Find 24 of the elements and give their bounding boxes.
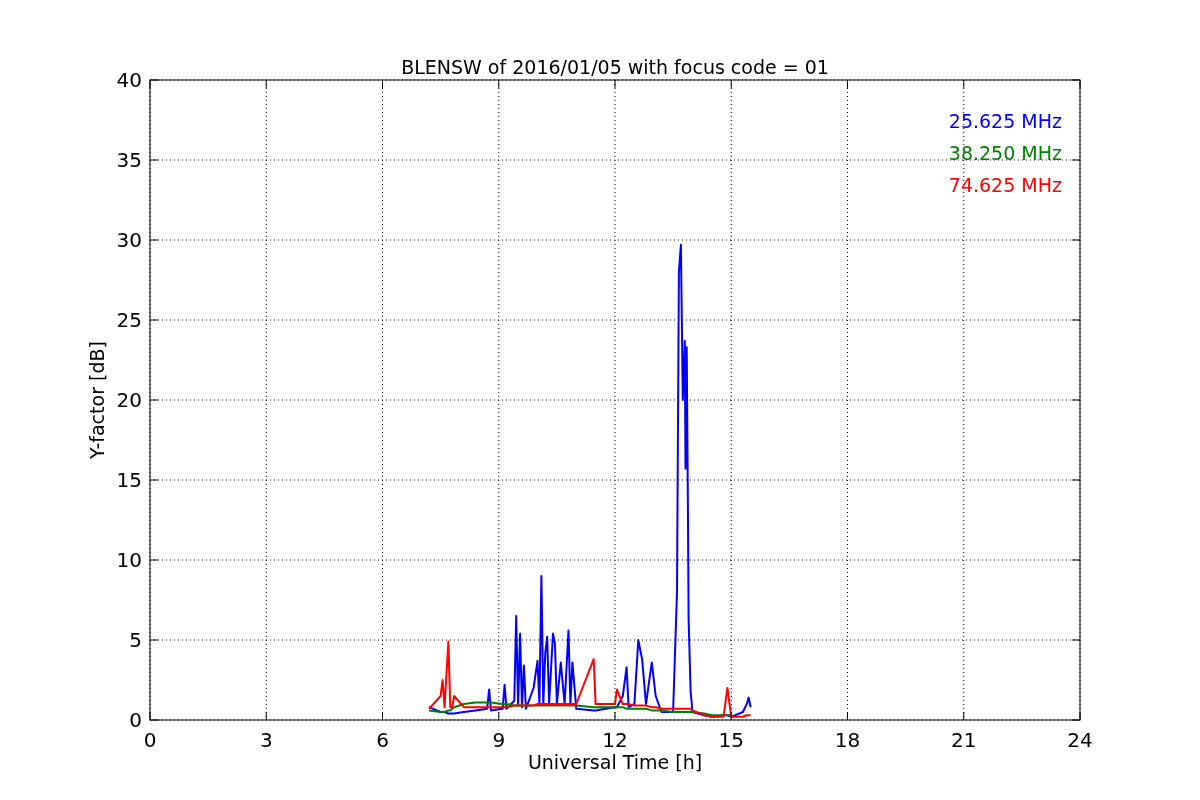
x-tick-label: 21 bbox=[951, 728, 977, 752]
x-tick-label: 24 bbox=[1067, 728, 1093, 752]
x-tick-label: 18 bbox=[834, 728, 861, 752]
y-tick-label: 35 bbox=[116, 148, 142, 172]
y-tick-label: 20 bbox=[116, 388, 142, 412]
legend-label: 38.250 MHz bbox=[948, 142, 1062, 164]
y-tick-label: 40 bbox=[116, 68, 142, 92]
y-tick-label: 10 bbox=[116, 548, 142, 572]
y-tick-label: 25 bbox=[116, 308, 142, 332]
x-tick-label: 12 bbox=[602, 728, 628, 752]
y-tick-label: 30 bbox=[116, 228, 142, 252]
x-tick-label: 6 bbox=[376, 728, 389, 752]
x-tick-label: 0 bbox=[143, 728, 157, 752]
y-tick-label: 0 bbox=[129, 708, 142, 732]
x-tick-label: 15 bbox=[718, 728, 744, 752]
legend-label: 74.625 MHz bbox=[948, 174, 1062, 196]
y-tick-label: 5 bbox=[129, 628, 142, 652]
y-axis-label: Y-factor [dB] bbox=[86, 341, 108, 459]
x-tick-label: 3 bbox=[259, 728, 273, 752]
x-tick-label: 9 bbox=[492, 728, 506, 752]
y-tick-label: 15 bbox=[116, 468, 142, 492]
chart-title: BLENSW of 2016/01/05 with focus code = 01 bbox=[401, 56, 829, 78]
x-axis-label: Universal Time [h] bbox=[527, 751, 703, 773]
legend-label: 25.625 MHz bbox=[948, 110, 1062, 132]
